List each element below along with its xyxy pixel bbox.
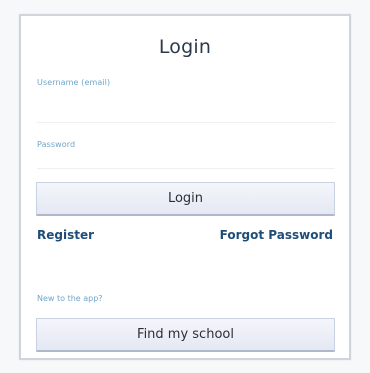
- find-school-button[interactable]: Find my school: [36, 318, 335, 352]
- login-button[interactable]: Login: [36, 182, 335, 216]
- password-field[interactable]: [37, 168, 335, 169]
- login-screen: Login Username (email) Password Login Re…: [0, 0, 370, 373]
- password-label: Password: [37, 140, 76, 149]
- username-label: Username (email): [37, 78, 111, 87]
- username-field[interactable]: [37, 122, 335, 123]
- login-card: Login Username (email) Password Login Re…: [19, 14, 351, 360]
- new-user-hint: New to the app?: [37, 294, 103, 303]
- page-title: Login: [158, 36, 212, 58]
- forgot-password-link[interactable]: Forgot Password: [220, 228, 333, 242]
- register-link[interactable]: Register: [37, 228, 94, 242]
